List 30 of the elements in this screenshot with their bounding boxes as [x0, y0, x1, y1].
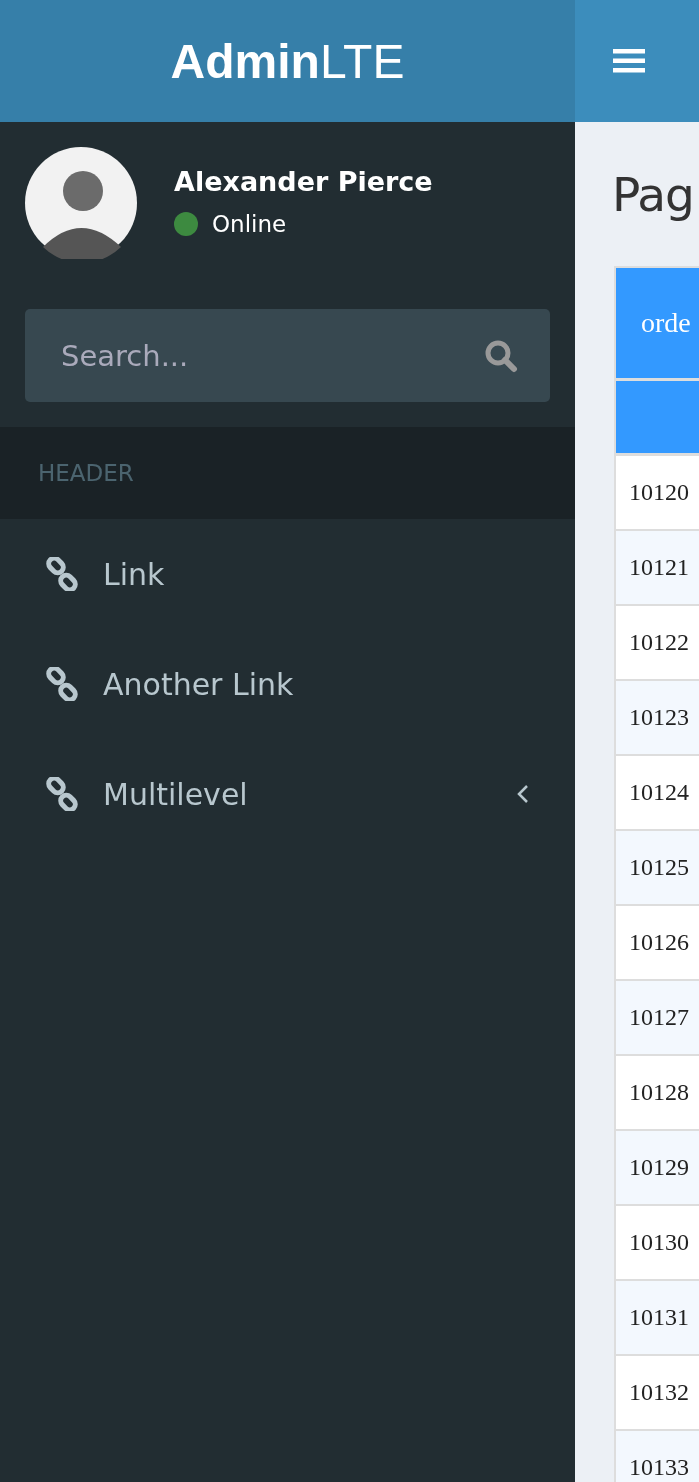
- table-cell: 10124: [629, 779, 689, 806]
- table-cell: 10126: [629, 929, 689, 956]
- menu-item[interactable]: Another Link: [0, 629, 575, 739]
- menu-item[interactable]: Multilevel: [0, 739, 575, 849]
- menu-icon[interactable]: [613, 48, 645, 74]
- link-icon: [45, 557, 79, 591]
- chevron-left-icon: [516, 783, 530, 805]
- table-cell: 10128: [629, 1079, 689, 1106]
- table-cell: 10123: [629, 704, 689, 731]
- menu-header: HEADER: [0, 427, 575, 519]
- link-icon: [45, 667, 79, 701]
- table-cell: 10125: [629, 854, 689, 881]
- user-name: Alexander Pierce: [174, 165, 433, 197]
- avatar-icon: [25, 147, 137, 259]
- table-cell: 10129: [629, 1154, 689, 1181]
- table-cell: 10122: [629, 629, 689, 656]
- link-icon: [45, 777, 79, 811]
- table-cell: 10133: [629, 1454, 689, 1481]
- table-cell: 10121: [629, 554, 689, 581]
- logo[interactable]: AdminLTE: [0, 0, 575, 122]
- table-cell: 10132: [629, 1379, 689, 1406]
- menu-item[interactable]: Link: [0, 519, 575, 629]
- table-cell: 10127: [629, 1004, 689, 1031]
- search-field[interactable]: Search...: [25, 309, 550, 402]
- table-cell: 10130: [629, 1229, 689, 1256]
- table-cell: 10120: [629, 479, 689, 506]
- status-text: Online: [212, 210, 287, 237]
- page-title: Pag: [612, 166, 695, 224]
- search-icon[interactable]: [484, 339, 518, 373]
- table-cell: 10131: [629, 1304, 689, 1331]
